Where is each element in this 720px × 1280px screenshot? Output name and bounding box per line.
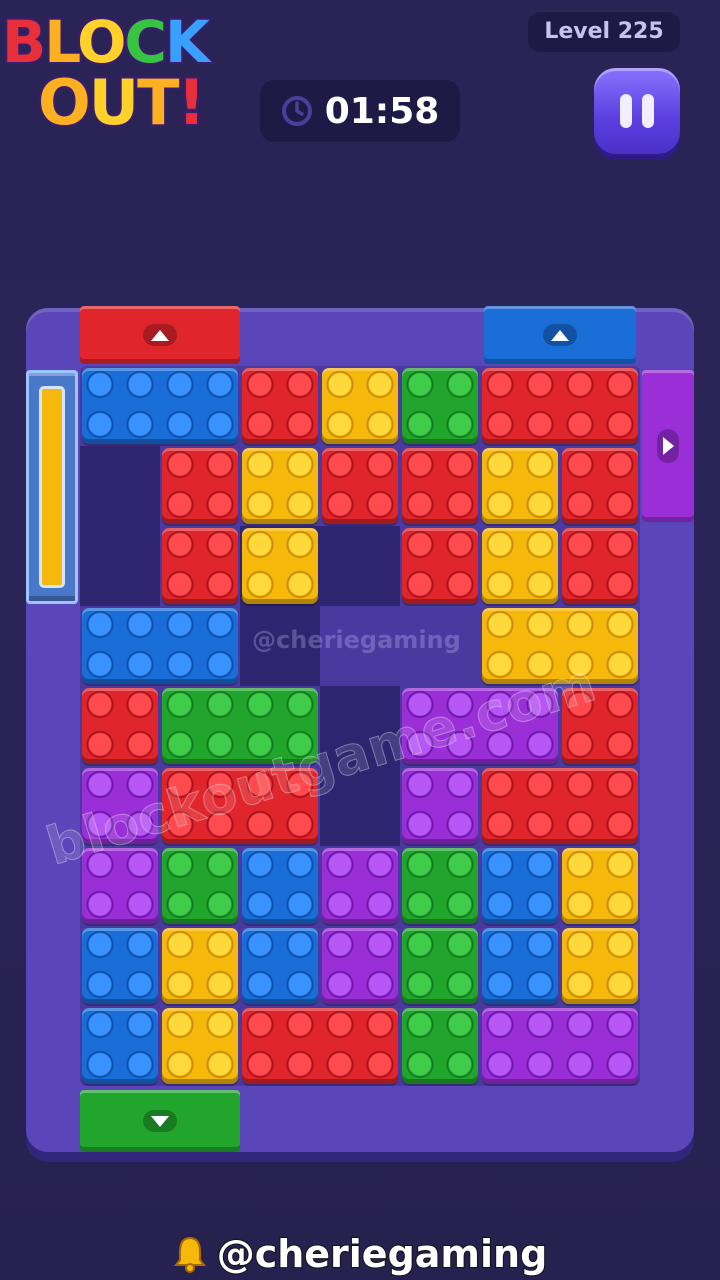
- yellow-block-22[interactable]: [562, 928, 638, 1004]
- blue-block-18[interactable]: [242, 928, 318, 1004]
- blue-block-21[interactable]: [482, 848, 558, 924]
- bell-icon: [173, 1236, 206, 1273]
- pause-icon-bar: [642, 94, 654, 128]
- empty-cell: [240, 606, 320, 686]
- purple-block-19[interactable]: [322, 848, 398, 924]
- yellow-block-6[interactable]: [242, 528, 318, 604]
- purple-block-19[interactable]: [322, 928, 398, 1004]
- timer-value: 01:58: [324, 90, 440, 132]
- yellow-block-6[interactable]: [242, 448, 318, 524]
- purple-block-15[interactable]: [82, 848, 158, 924]
- yellow-block-24[interactable]: [162, 1008, 238, 1084]
- red-block-4[interactable]: [562, 448, 638, 524]
- purple-block-26[interactable]: [482, 1008, 638, 1084]
- empty-cell: [80, 446, 160, 606]
- arrow-right-icon: [657, 429, 679, 463]
- blue-block-23[interactable]: [82, 928, 158, 1004]
- logo-line-out: OUT!: [36, 64, 208, 141]
- clock-icon: [281, 96, 312, 126]
- green-block-20[interactable]: [402, 928, 478, 1004]
- arrow-down-icon: [143, 1110, 177, 1132]
- red-block-8[interactable]: [402, 448, 478, 524]
- yellow-block-2[interactable]: [322, 368, 398, 444]
- red-block-4[interactable]: [562, 528, 638, 604]
- red-block-5[interactable]: [162, 528, 238, 604]
- purple-exit-gate-right[interactable]: [642, 370, 694, 522]
- arrow-up-icon: [143, 324, 177, 346]
- blue-block-18[interactable]: [242, 848, 318, 924]
- level-indicator: Level 225: [528, 10, 680, 52]
- footer-handle: @cheriegaming: [216, 1231, 549, 1277]
- level-label: Level 225: [544, 18, 664, 44]
- red-block-14[interactable]: [562, 688, 638, 764]
- countdown-timer: 01:58: [260, 80, 460, 142]
- purple-block-15[interactable]: [82, 768, 158, 844]
- yellow-gate-bar: [39, 386, 65, 588]
- blue-block-10[interactable]: [82, 608, 238, 684]
- red-block-4[interactable]: [482, 368, 638, 444]
- purple-block-13[interactable]: [402, 688, 558, 764]
- green-block-20[interactable]: [402, 1008, 478, 1084]
- red-exit-gate-top[interactable]: [80, 306, 240, 364]
- yellow-block-24[interactable]: [162, 928, 238, 1004]
- red-block-1[interactable]: [242, 368, 318, 444]
- red-block-7[interactable]: [322, 448, 398, 524]
- footer-credit: @cheriegaming: [0, 1228, 720, 1280]
- yellow-block-9[interactable]: [482, 608, 638, 684]
- red-block-25[interactable]: [242, 1008, 398, 1084]
- yellow-block-9[interactable]: [482, 528, 558, 604]
- blue-exit-gate-top[interactable]: [484, 306, 636, 364]
- blue-block-0[interactable]: [82, 368, 238, 444]
- pause-icon: [620, 94, 632, 128]
- green-block-3[interactable]: [402, 368, 478, 444]
- green-block-12[interactable]: [162, 688, 318, 764]
- yellow-block-9[interactable]: [482, 448, 558, 524]
- green-exit-gate-bottom[interactable]: [80, 1090, 240, 1152]
- red-block-8[interactable]: [402, 528, 478, 604]
- blue-block-23[interactable]: [82, 1008, 158, 1084]
- red-block-14[interactable]: [482, 768, 638, 844]
- red-block-11[interactable]: [82, 688, 158, 764]
- game-logo: BLOCK OUT!: [0, 0, 262, 150]
- red-block-16[interactable]: [162, 768, 318, 844]
- purple-block-13[interactable]: [402, 768, 478, 844]
- yellow-block-22[interactable]: [562, 848, 638, 924]
- empty-cell: [320, 686, 400, 846]
- green-block-20[interactable]: [402, 848, 478, 924]
- yellow-exit-gate-left[interactable]: [26, 370, 78, 604]
- pause-button[interactable]: [594, 68, 680, 154]
- arrow-up-icon: [543, 324, 577, 346]
- blue-block-21[interactable]: [482, 928, 558, 1004]
- green-block-17[interactable]: [162, 848, 238, 924]
- red-block-5[interactable]: [162, 448, 238, 524]
